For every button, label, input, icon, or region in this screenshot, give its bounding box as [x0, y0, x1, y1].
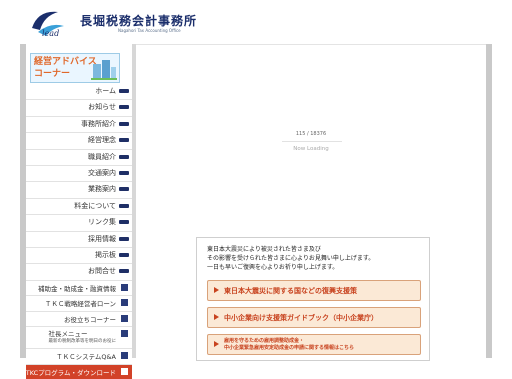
ext-link-label: 補助金・助成金・融資情報: [38, 284, 116, 293]
nav-item-home[interactable]: ホーム: [26, 84, 132, 101]
nav-item-links[interactable]: リンク集: [26, 215, 132, 232]
arrow-tag-icon: [119, 269, 129, 274]
main-content: 115 / 18376 Now Loading 東日本大震災により被災された皆さ…: [136, 44, 486, 361]
notice-line: その影響を受けられた皆さまに心よりお見舞い申し上げます。: [207, 255, 375, 262]
ext-link-small-label: 最新の税制改革等を明日のお役に: [48, 339, 117, 345]
nav-label: 経営理念: [88, 136, 116, 145]
nav-item-services[interactable]: 業務案内: [26, 182, 132, 199]
button-label-line2: 中小企業緊急雇用安定助成金の申請に関する情報はこちら: [224, 345, 355, 351]
arrow-tag-icon: [119, 105, 129, 110]
external-link-icon: [121, 352, 128, 360]
building-icon: [91, 60, 117, 80]
nav-label: 職員紹介: [88, 152, 116, 161]
nav-label: お知らせ: [88, 103, 116, 112]
loading-text: Now Loading: [293, 146, 329, 152]
nav-label: 料金について: [74, 201, 116, 210]
arrow-tag-icon: [119, 170, 129, 175]
nav-item-staff[interactable]: 職員紹介: [26, 150, 132, 166]
nav-label: 掲示板: [95, 250, 116, 259]
external-link-icon: [121, 299, 128, 307]
button-label: 雇用を守るための雇用調整助成金・ 中小企業緊急雇用安定助成金の申請に関する情報はこ…: [224, 338, 354, 352]
ext-link-tkc-loan[interactable]: ＴＫＣ戦略経営者ローン: [26, 296, 132, 312]
ext-link-main-label: 社長メニュー: [48, 330, 88, 339]
nav-item-news[interactable]: お知らせ: [26, 100, 132, 117]
disaster-notice-box: 東日本大震災により被災された皆さま及び その影響を受けられた皆さまに心よりお見舞…: [196, 237, 430, 361]
right-frame-border: [486, 44, 492, 358]
ext-link-tkc-download[interactable]: TKCプログラム・ダウンロード: [25, 364, 132, 379]
arrow-tag-icon: [119, 89, 129, 93]
external-link-icon: [121, 314, 128, 322]
sme-guidebook-button[interactable]: 中小企業向け支援策ガイドブック（中小企業庁）: [207, 307, 421, 328]
notice-line: 一日も早いご復興を心よりお祈り申し上げます。: [207, 264, 339, 271]
loading-counter: 115 / 18376: [295, 131, 327, 137]
nav-item-contact[interactable]: お問合せ: [26, 264, 132, 281]
ext-link-subsidy[interactable]: 補助金・助成金・融資情報: [26, 281, 132, 297]
ext-link-useful-corner[interactable]: お役立ちコーナー: [26, 312, 132, 328]
button-label: 中小企業向け支援策ガイドブック（中小企業庁）: [224, 314, 378, 322]
svg-text:lead: lead: [42, 29, 59, 38]
nav-item-bbs[interactable]: 掲示板: [26, 248, 132, 265]
reconstruction-support-button[interactable]: 東日本大震災に関する国などの復興支援策: [207, 280, 421, 301]
arrow-tag-icon: [119, 220, 129, 225]
external-link-icon: [121, 330, 128, 338]
nav-label: ホーム: [95, 87, 116, 95]
arrow-right-icon: [214, 341, 219, 347]
nav-label: お問合せ: [88, 267, 116, 276]
button-label-line1: 雇用を守るための雇用調整助成金・: [224, 338, 305, 344]
nav-label: 事務所紹介: [81, 119, 116, 128]
loading-divider: [282, 141, 342, 142]
ext-link-label: TKCプログラム・ダウンロード: [25, 368, 116, 377]
external-link-icon: [121, 367, 128, 375]
nav-item-access[interactable]: 交通案内: [26, 166, 132, 183]
nav-label: 採用情報: [88, 234, 116, 243]
arrow-tag-icon: [119, 154, 129, 159]
arrow-tag-icon: [119, 252, 129, 257]
arrow-tag-icon: [119, 138, 129, 143]
ext-link-president-menu[interactable]: 社長メニュー 最新の税制改革等を明日のお役に: [26, 327, 132, 350]
arrow-right-icon: [214, 314, 219, 320]
banner-text: 経営アドバイス コーナー: [34, 56, 97, 80]
ext-link-label: 社長メニュー 最新の税制改革等を明日のお役に: [49, 328, 117, 344]
ext-link-label: ＴＫＣシステムQ&A: [56, 353, 116, 362]
nav-label: 交通案内: [88, 168, 116, 177]
logo-icon[interactable]: lead: [28, 6, 66, 38]
notice-line: 東日本大震災により被災された皆さま及び: [207, 246, 321, 253]
banner-line2: コーナー: [34, 69, 71, 79]
button-label: 東日本大震災に関する国などの復興支援策: [224, 287, 357, 295]
arrow-right-icon: [214, 287, 219, 293]
main-nav: ホーム お知らせ 事務所紹介 経営理念 職員紹介 交通案内 業務案内 料金につい…: [26, 84, 132, 379]
site-header: lead 長堀税務会計事務所 Nagahori Tax Accounting O…: [20, 0, 492, 45]
nav-item-recruit[interactable]: 採用情報: [26, 232, 132, 248]
arrow-tag-icon: [119, 236, 129, 241]
site-title: 長堀税務会計事務所: [80, 14, 198, 28]
arrow-tag-icon: [119, 203, 129, 208]
nav-label: リンク集: [88, 218, 116, 227]
arrow-tag-icon: [119, 187, 129, 192]
ext-link-tkc-qa[interactable]: ＴＫＣシステムQ&A: [26, 349, 132, 365]
nav-item-office[interactable]: 事務所紹介: [26, 117, 132, 134]
employment-subsidy-button[interactable]: 雇用を守るための雇用調整助成金・ 中小企業緊急雇用安定助成金の申請に関する情報はこ…: [207, 334, 421, 355]
nav-item-philosophy[interactable]: 経営理念: [26, 133, 132, 150]
nav-label: 業務案内: [88, 185, 116, 194]
nav-item-fees[interactable]: 料金について: [26, 199, 132, 216]
ext-link-label: ＴＫＣ戦略経営者ローン: [44, 300, 116, 309]
advice-corner-banner[interactable]: 経営アドバイス コーナー: [30, 53, 120, 83]
banner-line1: 経営アドバイス: [34, 57, 97, 67]
site-subtitle: Nagahori Tax Accounting Office: [118, 28, 181, 33]
sidebar: 経営アドバイス コーナー ホーム お知らせ 事務所紹介 経営理念 職員紹介 交通…: [26, 44, 132, 379]
external-link-icon: [121, 283, 128, 291]
arrow-tag-icon: [119, 121, 129, 126]
ext-link-label: お役立ちコーナー: [64, 315, 116, 324]
